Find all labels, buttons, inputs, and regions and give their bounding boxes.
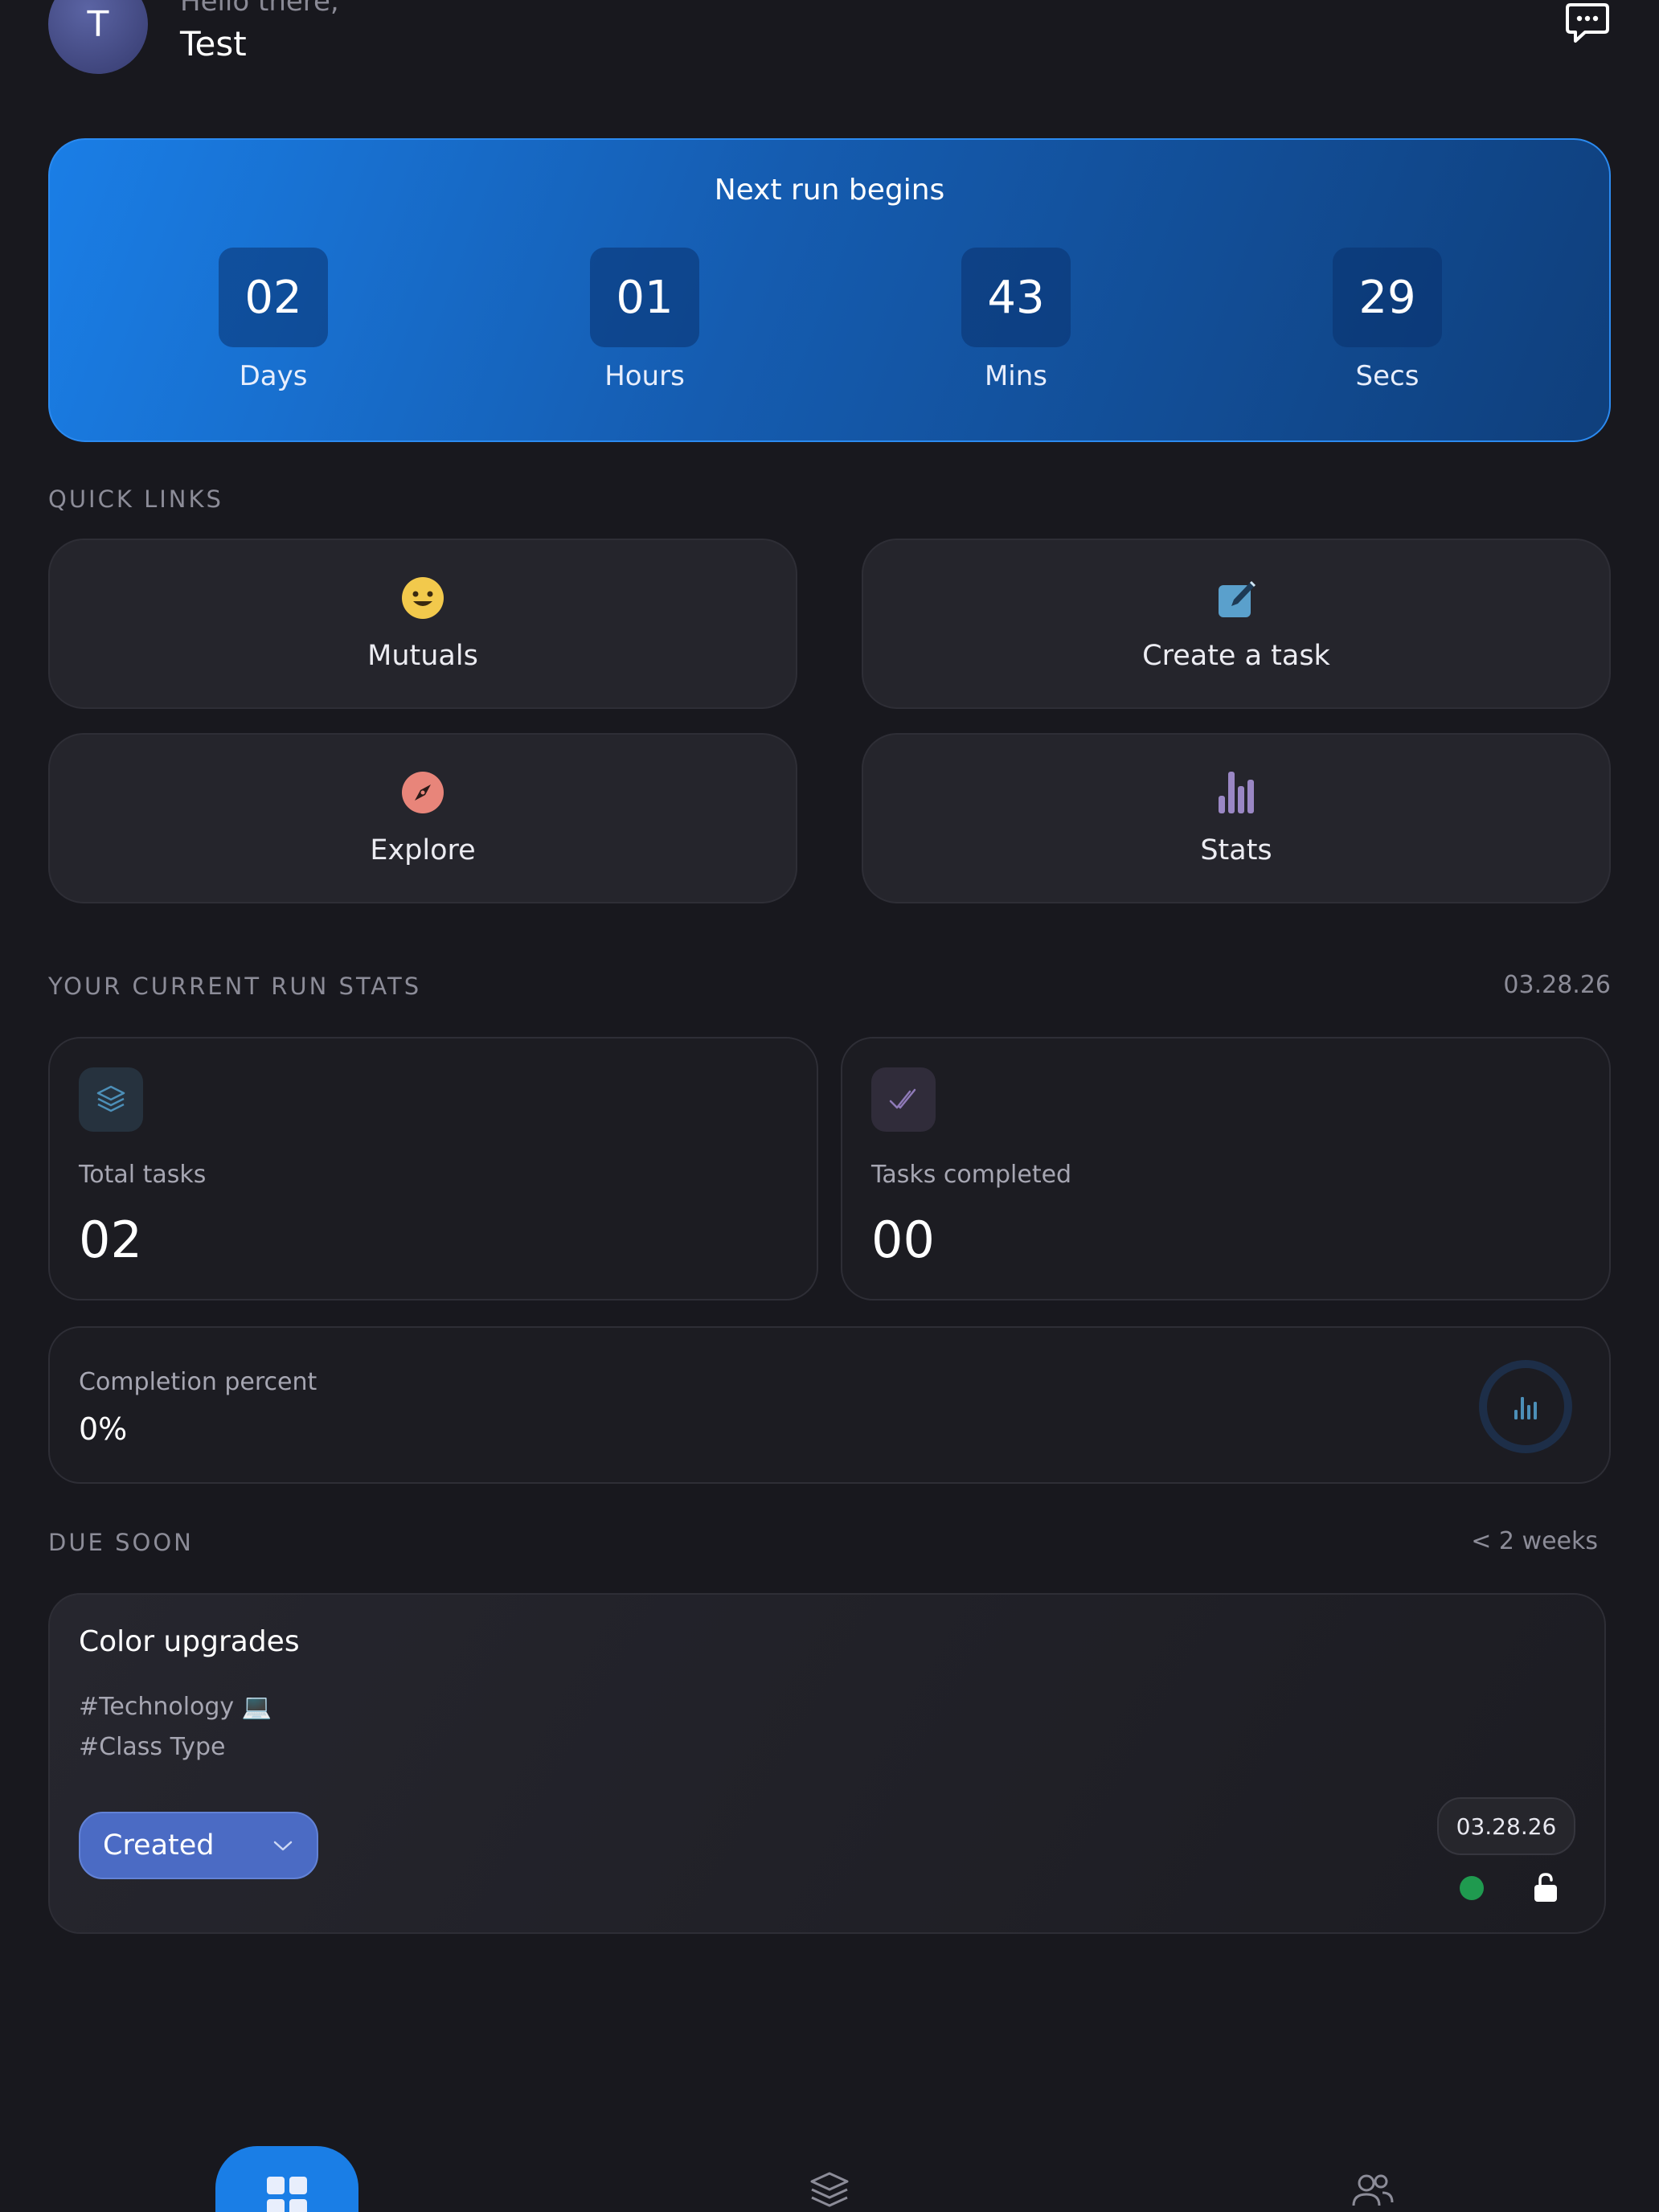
- bar-chart-icon: [1219, 772, 1254, 813]
- next-run-countdown: Next run begins 02 Days 01 Hours 43 Mins…: [48, 138, 1611, 442]
- layers-icon[interactable]: [807, 2170, 852, 2212]
- unlock-icon[interactable]: [1532, 1871, 1559, 1903]
- double-check-icon: [871, 1067, 936, 1132]
- users-icon[interactable]: [1350, 2170, 1395, 2212]
- countdown-secs: 29 Secs: [1291, 248, 1484, 392]
- avatar[interactable]: T: [48, 0, 148, 74]
- chat-bubble-icon[interactable]: [1564, 2, 1611, 45]
- countdown-value: 43: [961, 248, 1071, 347]
- countdown-days: 02 Days: [177, 248, 370, 392]
- completion-percent-card[interactable]: Completion percent 0%: [48, 1326, 1611, 1484]
- task-title: Color upgrades: [79, 1625, 300, 1658]
- task-tag: #Class Type: [79, 1733, 226, 1761]
- quick-link-label: Create a task: [1142, 640, 1330, 672]
- edit-note-icon: [1219, 580, 1256, 617]
- countdown-label: Secs: [1355, 360, 1419, 392]
- completion-label: Completion percent: [79, 1368, 317, 1396]
- total-tasks-label: Total tasks: [79, 1161, 207, 1189]
- username: Test: [180, 24, 247, 63]
- tasks-completed-card[interactable]: Tasks completed 00: [841, 1037, 1611, 1301]
- countdown-hours: 01 Hours: [548, 248, 741, 392]
- quick-link-explore[interactable]: Explore: [48, 733, 797, 903]
- home-screen: T Hello there, Test Next run begins 02 D…: [0, 0, 1659, 2212]
- quick-link-create-task[interactable]: Create a task: [862, 539, 1611, 709]
- countdown-mins: 43 Mins: [920, 248, 1112, 392]
- countdown-label: Days: [239, 360, 308, 392]
- chevron-down-icon: [273, 1841, 293, 1851]
- quick-links-title: QUICK LINKS: [48, 485, 223, 513]
- total-tasks-card[interactable]: Total tasks 02: [48, 1037, 818, 1301]
- countdown-label: Mins: [984, 360, 1048, 392]
- completion-value: 0%: [79, 1411, 128, 1447]
- run-stats-title: YOUR CURRENT RUN STATS: [48, 973, 422, 1000]
- countdown-value: 01: [590, 248, 699, 347]
- quick-link-label: Mutuals: [367, 640, 478, 672]
- quick-link-label: Explore: [370, 834, 476, 866]
- quick-link-label: Stats: [1200, 834, 1272, 866]
- task-card[interactable]: Color upgrades #Technology 💻 #Class Type…: [48, 1593, 1606, 1934]
- due-date-pill: 03.28.26: [1437, 1797, 1575, 1855]
- nav-home[interactable]: [215, 2146, 358, 2212]
- countdown-title: Next run begins: [714, 174, 945, 207]
- bar-chart-icon: [1514, 1397, 1537, 1419]
- countdown-label: Hours: [604, 360, 685, 392]
- task-tag: #Technology 💻: [79, 1693, 272, 1721]
- progress-ring: [1479, 1360, 1572, 1453]
- smiley-icon: [402, 577, 444, 619]
- quick-link-mutuals[interactable]: Mutuals: [48, 539, 797, 709]
- greeting-text: Hello there,: [180, 0, 339, 18]
- status-dot: [1460, 1876, 1484, 1900]
- tasks-completed-value: 00: [871, 1210, 935, 1269]
- status-dropdown[interactable]: Created: [79, 1812, 318, 1879]
- due-soon-title: DUE SOON: [48, 1529, 194, 1556]
- countdown-value: 02: [219, 248, 328, 347]
- tasks-completed-label: Tasks completed: [871, 1161, 1072, 1189]
- avatar-initial: T: [87, 3, 109, 45]
- run-stats-date: 03.28.26: [1503, 971, 1611, 999]
- grid-icon: [267, 2177, 307, 2212]
- quick-link-stats[interactable]: Stats: [862, 733, 1611, 903]
- status-value: Created: [103, 1829, 215, 1862]
- layers-icon: [79, 1067, 143, 1132]
- total-tasks-value: 02: [79, 1210, 142, 1269]
- compass-icon: [402, 772, 444, 813]
- countdown-value: 29: [1333, 248, 1442, 347]
- due-soon-range: < 2 weeks: [1471, 1527, 1598, 1555]
